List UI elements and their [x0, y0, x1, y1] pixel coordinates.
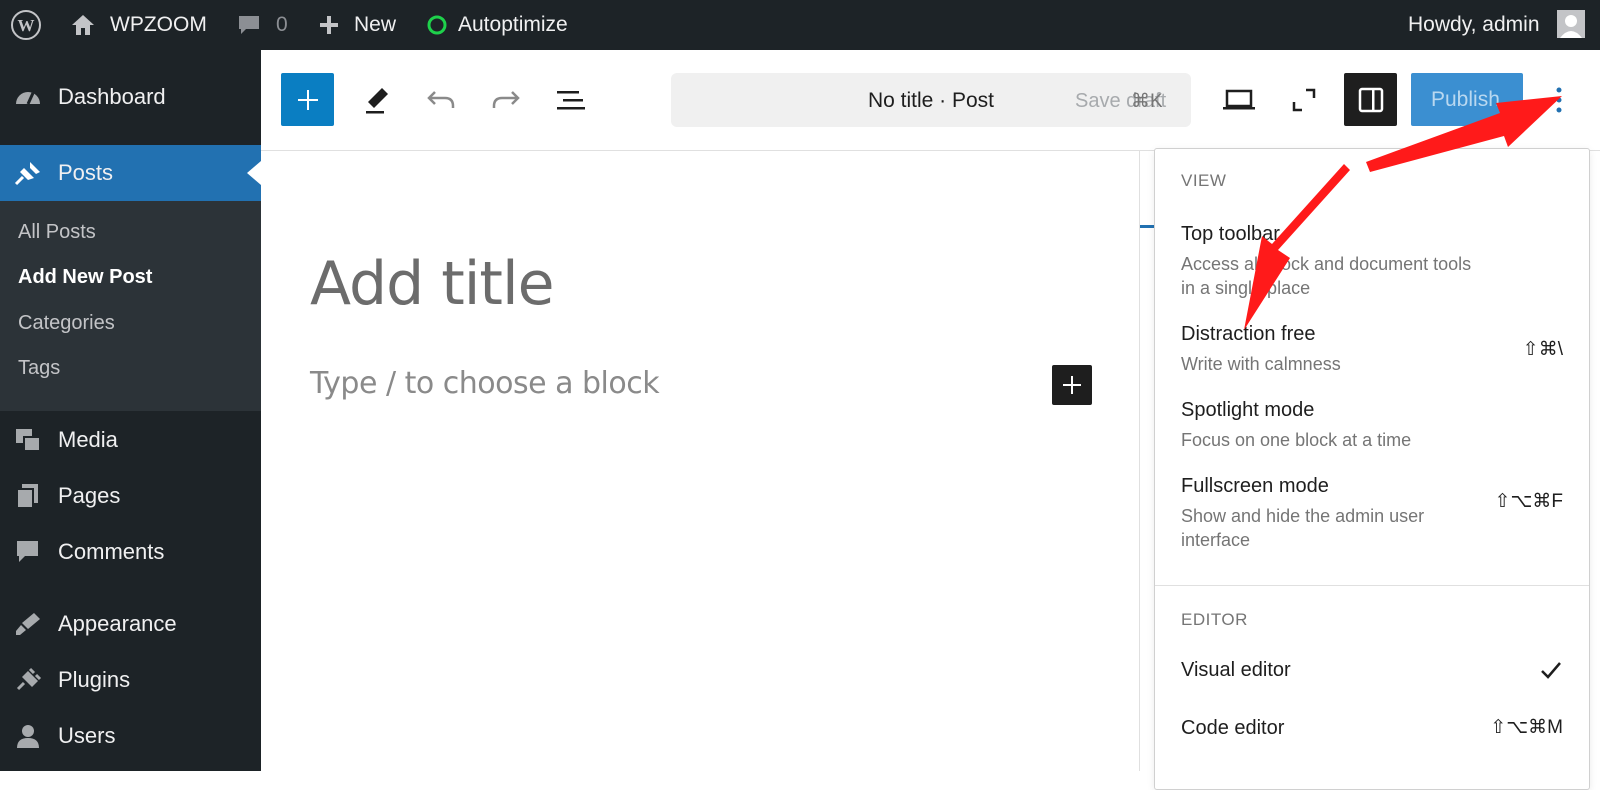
sidebar-item-pages[interactable]: Pages — [0, 468, 261, 524]
fullscreen-button[interactable] — [1284, 80, 1324, 120]
menu-item-spotlight-mode[interactable]: Spotlight mode Focus on one block at a t… — [1181, 398, 1563, 452]
tools-button[interactable] — [357, 80, 397, 120]
sidebar-item-dashboard[interactable]: Dashboard — [0, 69, 261, 125]
view-group-label: VIEW — [1181, 171, 1227, 190]
editor-group-label: EDITOR — [1181, 610, 1248, 629]
settings-panel-edge — [1139, 151, 1140, 771]
howdy-user[interactable]: Howdy, admin — [1408, 0, 1540, 50]
sidebar-item-label: Comments — [58, 539, 165, 564]
save-shortcut: ⌘K — [1131, 91, 1163, 112]
settings-tab-indicator — [1140, 225, 1155, 228]
menu-item-description: Show and hide the admin user interface — [1181, 506, 1425, 550]
site-name-link[interactable]: WPZOOM — [110, 0, 207, 50]
wordpress-logo-icon[interactable]: W — [10, 0, 42, 50]
sidebar-item-comments[interactable]: Comments — [0, 524, 261, 580]
check-icon — [1539, 658, 1563, 687]
autoptimize-link[interactable]: Autoptimize — [458, 0, 568, 50]
plus-icon — [1063, 376, 1081, 394]
menu-item-visual-editor[interactable]: Visual editor — [1181, 658, 1563, 682]
sidebar-item-label: Media — [58, 427, 118, 452]
menu-divider — [1155, 585, 1589, 586]
comments-count[interactable]: 0 — [276, 0, 288, 50]
sidebar-item-label: Users — [58, 723, 116, 748]
plugin-icon — [14, 667, 42, 693]
post-title-input[interactable]: Add title — [310, 249, 555, 319]
document-bar[interactable]: No title · Post Save draft ⌘K — [671, 73, 1191, 127]
pencil-icon — [366, 88, 388, 114]
menu-item-title: Spotlight mode — [1181, 399, 1315, 421]
comment-icon — [14, 539, 42, 565]
editor-header: No title · Post Save draft ⌘K Publish — [261, 50, 1600, 151]
home-icon[interactable] — [70, 0, 96, 50]
laptop-icon — [1223, 89, 1255, 110]
media-icon — [14, 427, 42, 453]
sidebar-item-users[interactable]: Users — [0, 708, 261, 764]
undo-icon — [427, 91, 455, 108]
menu-item-title: Visual editor — [1181, 659, 1291, 681]
block-placeholder[interactable]: Type / to choose a block — [310, 366, 660, 401]
sidebar-item-label: Plugins — [58, 667, 131, 692]
menu-item-shortcut: ⇧⌘\ — [1522, 339, 1563, 360]
menu-item-shortcut: ⇧⌥⌘M — [1490, 717, 1563, 738]
pin-icon — [14, 160, 42, 186]
list-view-button[interactable] — [551, 80, 591, 120]
options-dropdown: VIEW Top toolbar Access all block and do… — [1154, 148, 1590, 790]
user-icon — [14, 723, 42, 749]
comment-bubble-icon[interactable] — [236, 0, 262, 50]
publish-button[interactable]: Publish — [1411, 73, 1523, 126]
posts-submenu: All Posts Add New Post Categories Tags — [0, 201, 261, 411]
submenu-all-posts[interactable]: All Posts — [18, 221, 96, 244]
sidebar-item-label: Pages — [58, 483, 121, 508]
fullscreen-icon — [1292, 88, 1316, 112]
inline-inserter-button[interactable] — [1052, 365, 1092, 405]
sidebar-item-label: Appearance — [58, 611, 177, 636]
redo-button[interactable] — [486, 80, 526, 120]
menu-item-title: Top toolbar — [1181, 223, 1280, 245]
menu-item-title: Distraction free — [1181, 323, 1316, 345]
pages-icon — [14, 483, 42, 509]
options-button[interactable] — [1539, 80, 1579, 120]
sidebar-item-appearance[interactable]: Appearance — [0, 596, 261, 652]
menu-item-code-editor[interactable]: Code editor ⇧⌥⌘M — [1181, 716, 1563, 740]
sidebar-item-label: Posts — [58, 160, 114, 185]
undo-button[interactable] — [421, 80, 461, 120]
sidebar-item-media[interactable]: Media — [0, 412, 261, 468]
block-inserter-button[interactable] — [281, 73, 334, 126]
kebab-menu-icon — [1556, 87, 1562, 113]
avatar[interactable] — [1557, 10, 1585, 38]
menu-item-top-toolbar[interactable]: Top toolbar Access all block and documen… — [1181, 222, 1563, 300]
menu-item-description: Focus on one block at a time — [1181, 430, 1412, 450]
menu-item-fullscreen-mode[interactable]: Fullscreen mode Show and hide the admin … — [1181, 474, 1563, 552]
sidebar-item-label: Dashboard — [58, 84, 166, 109]
list-view-icon — [557, 91, 585, 110]
admin-bar: W WPZOOM 0 New Autoptimize Howdy, admin — [0, 0, 1600, 50]
submenu-add-new-post[interactable]: Add New Post — [18, 266, 152, 289]
new-content-link[interactable]: New — [354, 0, 396, 50]
sidebar-item-plugins[interactable]: Plugins — [0, 652, 261, 708]
plus-icon — [297, 89, 318, 110]
settings-button[interactable] — [1344, 73, 1397, 126]
menu-item-description: Write with calmness — [1181, 354, 1341, 374]
menu-item-description: Access all block and document tools in a… — [1181, 254, 1472, 298]
preview-button[interactable] — [1219, 80, 1259, 120]
menu-item-distraction-free[interactable]: Distraction free Write with calmness ⇧⌘\ — [1181, 322, 1563, 376]
status-circle-icon — [426, 0, 448, 50]
dashboard-icon — [14, 84, 42, 110]
submenu-tags[interactable]: Tags — [18, 357, 60, 380]
brush-icon — [14, 611, 42, 637]
submenu-categories[interactable]: Categories — [18, 312, 115, 335]
redo-icon — [492, 91, 520, 108]
svg-text:W: W — [18, 16, 35, 35]
menu-item-shortcut: ⇧⌥⌘F — [1494, 491, 1563, 512]
sidebar-item-posts[interactable]: Posts — [0, 145, 261, 201]
plus-icon[interactable] — [318, 0, 340, 50]
admin-sidebar: Dashboard Posts All Posts Add New Post C… — [0, 50, 261, 771]
editor-canvas: Add title Type / to choose a block — [261, 151, 1139, 771]
sidebar-toggle-icon — [1358, 87, 1383, 112]
